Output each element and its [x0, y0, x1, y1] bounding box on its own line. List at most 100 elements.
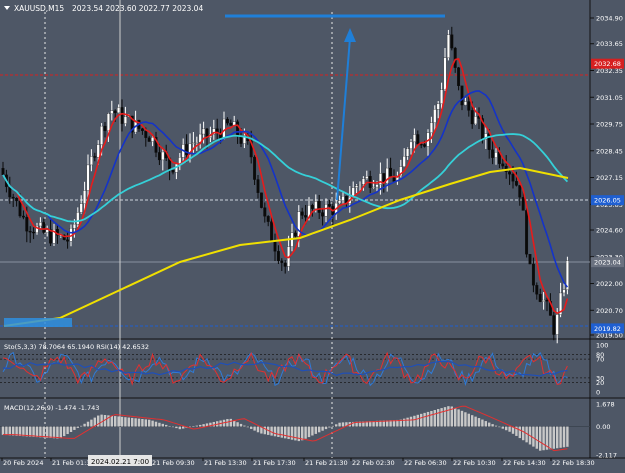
- candle-body[interactable]: [555, 314, 559, 335]
- candle-body[interactable]: [15, 198, 19, 202]
- candle-body[interactable]: [378, 173, 382, 185]
- candle-body[interactable]: [518, 185, 522, 198]
- candle-body[interactable]: [273, 241, 277, 252]
- candle-body[interactable]: [436, 103, 440, 110]
- candle-body[interactable]: [365, 176, 369, 179]
- candle-body[interactable]: [531, 263, 535, 286]
- candle-body[interactable]: [538, 294, 542, 302]
- candle-body[interactable]: [76, 212, 80, 225]
- candle-body[interactable]: [151, 137, 155, 142]
- candle-body[interactable]: [562, 289, 566, 294]
- candle-body[interactable]: [195, 142, 199, 144]
- candle-body[interactable]: [25, 217, 29, 232]
- candle-body[interactable]: [263, 207, 267, 217]
- candle-body[interactable]: [463, 101, 467, 106]
- candle-body[interactable]: [140, 128, 144, 132]
- candle-body[interactable]: [86, 164, 90, 191]
- candle-body[interactable]: [416, 134, 420, 145]
- candle-body[interactable]: [412, 134, 416, 143]
- candle-body[interactable]: [1, 168, 5, 176]
- candle-body[interactable]: [38, 222, 42, 227]
- candle-body[interactable]: [521, 197, 525, 211]
- candle-body[interactable]: [171, 170, 175, 173]
- candle-body[interactable]: [89, 156, 93, 166]
- candle-body[interactable]: [117, 107, 121, 114]
- candle-body[interactable]: [460, 85, 464, 106]
- candle-body[interactable]: [106, 113, 110, 131]
- candle-body[interactable]: [96, 144, 100, 158]
- candle-body[interactable]: [21, 215, 25, 218]
- candle-body[interactable]: [508, 171, 512, 175]
- candle-body[interactable]: [304, 215, 308, 218]
- candle-body[interactable]: [429, 122, 433, 133]
- candle-body[interactable]: [83, 190, 87, 204]
- candle-body[interactable]: [501, 163, 505, 167]
- candle-body[interactable]: [297, 211, 301, 237]
- candle-body[interactable]: [402, 156, 406, 167]
- candle-body[interactable]: [355, 185, 359, 188]
- candle-body[interactable]: [144, 130, 148, 138]
- candle-body[interactable]: [542, 299, 546, 302]
- candle-body[interactable]: [276, 251, 280, 262]
- candle-body[interactable]: [113, 110, 117, 114]
- candle-body[interactable]: [433, 109, 437, 123]
- candle-body[interactable]: [293, 232, 297, 237]
- candle-body[interactable]: [229, 122, 233, 126]
- candle-body[interactable]: [467, 101, 471, 111]
- candle-body[interactable]: [147, 137, 151, 142]
- candle-body[interactable]: [266, 216, 270, 222]
- candle-body[interactable]: [535, 285, 539, 295]
- candle-body[interactable]: [317, 201, 321, 213]
- chart-window[interactable]: XAUUSD,M15 2023.54 2023.60 2022.77 2023.…: [0, 0, 625, 469]
- candle-body[interactable]: [525, 210, 529, 255]
- candle-body[interactable]: [283, 262, 287, 267]
- candle-body[interactable]: [191, 142, 195, 145]
- candle-body[interactable]: [389, 167, 393, 177]
- candle-body[interactable]: [423, 144, 427, 147]
- candle-body[interactable]: [28, 231, 32, 233]
- candle-body[interactable]: [338, 200, 342, 204]
- candle-body[interactable]: [8, 186, 12, 198]
- candle-body[interactable]: [225, 118, 229, 124]
- macd-indicator[interactable]: [0, 405, 590, 452]
- candle-body[interactable]: [511, 174, 515, 182]
- candle-body[interactable]: [42, 222, 46, 233]
- candle-body[interactable]: [253, 156, 257, 180]
- candle-body[interactable]: [161, 151, 165, 161]
- candle-body[interactable]: [528, 254, 532, 265]
- candle-body[interactable]: [341, 196, 345, 201]
- support-zone-box[interactable]: [4, 318, 72, 327]
- candle-body[interactable]: [450, 34, 454, 49]
- candle-body[interactable]: [443, 57, 447, 90]
- candle-body[interactable]: [324, 204, 328, 217]
- candle-body[interactable]: [446, 34, 450, 58]
- candle-body[interactable]: [123, 116, 127, 124]
- candle-body[interactable]: [66, 239, 70, 242]
- candle-body[interactable]: [18, 200, 22, 217]
- candle-body[interactable]: [514, 181, 518, 186]
- candle-body[interactable]: [494, 152, 498, 158]
- candle-body[interactable]: [314, 201, 318, 209]
- candle-body[interactable]: [474, 116, 478, 125]
- candle-body[interactable]: [375, 184, 379, 188]
- candle-body[interactable]: [280, 260, 284, 263]
- candle-body[interactable]: [321, 212, 325, 217]
- candle-body[interactable]: [358, 184, 362, 187]
- candle-body[interactable]: [256, 179, 260, 193]
- candle-body[interactable]: [270, 221, 274, 243]
- candle-body[interactable]: [491, 149, 495, 158]
- candle-body[interactable]: [222, 118, 226, 139]
- candle-body[interactable]: [103, 125, 107, 131]
- candle-body[interactable]: [100, 125, 104, 145]
- candle-body[interactable]: [406, 148, 410, 157]
- ma-long-line[interactable]: [3, 166, 569, 327]
- candle-body[interactable]: [157, 152, 161, 161]
- candlestick-series[interactable]: [1, 26, 569, 344]
- candle-body[interactable]: [259, 192, 263, 208]
- rsi-line[interactable]: [2, 360, 568, 377]
- candle-body[interactable]: [453, 47, 457, 68]
- candle-body[interactable]: [202, 128, 206, 135]
- candle-body[interactable]: [239, 136, 243, 144]
- candle-body[interactable]: [372, 186, 376, 189]
- candle-body[interactable]: [72, 223, 76, 229]
